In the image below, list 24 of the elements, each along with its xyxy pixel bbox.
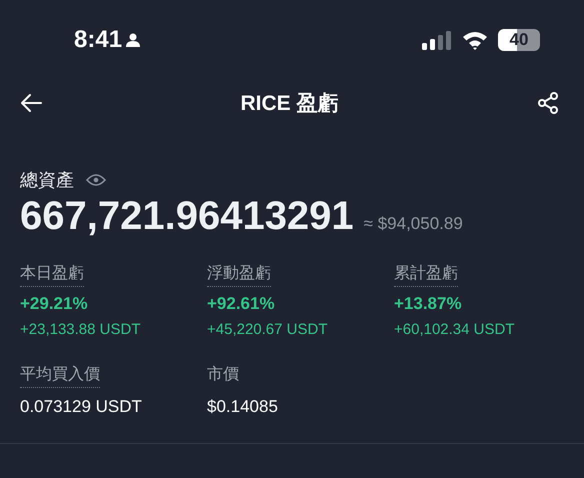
back-arrow-icon[interactable]: [19, 93, 43, 113]
eye-icon[interactable]: [86, 173, 106, 187]
stat-label: 累計盈虧: [394, 263, 458, 287]
status-time: 8:41: [74, 26, 122, 54]
share-icon[interactable]: [536, 91, 560, 115]
wifi-icon: [462, 30, 488, 50]
price-label: 平均買入價: [20, 364, 100, 388]
profit-percent: +13.87%: [394, 294, 462, 314]
page-title: RICE 盈虧: [240, 91, 338, 117]
profit-amount: +23,133.88 USDT: [20, 321, 140, 338]
stat-label: 本日盈虧: [20, 263, 84, 287]
person-icon: [125, 32, 142, 48]
profit-percent: +29.21%: [20, 294, 88, 314]
stat-label: 浮動盈虧: [207, 263, 271, 287]
total-assets-label: 總資產: [20, 169, 74, 192]
profit-percent: +92.61%: [207, 294, 275, 314]
total-assets-value: 667,721.96413291: [20, 194, 354, 239]
signal-icon: [422, 30, 452, 50]
profit-amount: +45,220.67 USDT: [207, 321, 328, 338]
profit-amount: +60,102.34 USDT: [394, 321, 514, 338]
price-value: $0.14085: [207, 397, 278, 417]
price-value: 0.073129 USDT: [20, 397, 142, 417]
usd-equivalent: ≈ $94,050.89: [364, 214, 463, 234]
price-label: 市價: [207, 364, 239, 385]
